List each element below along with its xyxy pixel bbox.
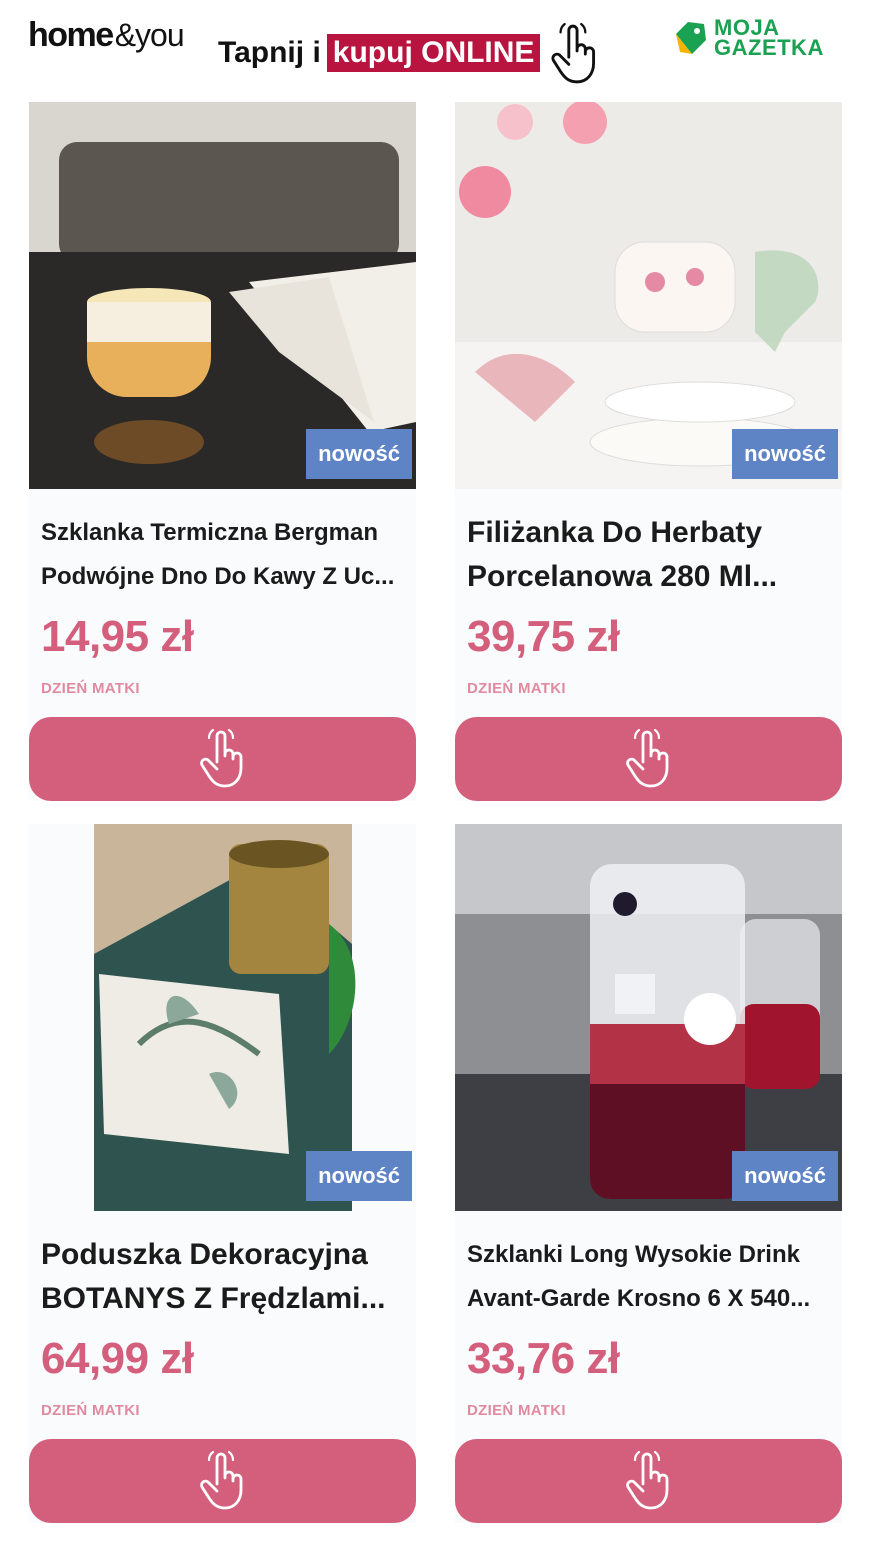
product-image[interactable]: nowość — [455, 102, 842, 489]
tap-hand-icon — [623, 728, 675, 790]
product-title-line2: Avant-Garde Krosno 6 X 540... — [467, 1285, 811, 1312]
product-title-line1: Szklanka Termiczna Bergman — [41, 519, 379, 546]
tap-hand-icon — [548, 22, 602, 86]
home-and-you-logo[interactable]: home &you — [28, 16, 185, 55]
tap-hand-icon — [197, 1450, 249, 1512]
moja-gazetka-wordmark: MOJA GAZETKA — [714, 17, 824, 60]
product-card[interactable]: nowość Szklanka Termiczna Bergman Podwój… — [29, 102, 416, 801]
product-title-line2: BOTANYS Z Frędzlami... — [41, 1282, 386, 1315]
product-price: 39,75 zł — [467, 612, 620, 661]
tap-hand-icon — [623, 1450, 675, 1512]
product-title-line2: Podwójne Dno Do Kawy Z Uc... — [41, 563, 395, 590]
product-title-line1: Filiżanka Do Herbaty — [467, 516, 763, 549]
buy-button[interactable] — [29, 1439, 416, 1523]
product-price: 64,99 zł — [41, 1334, 194, 1383]
price-tag-icon — [676, 22, 706, 54]
product-title-line1: Szklanki Long Wysokie Drink — [467, 1241, 800, 1268]
promo-prefix: Tapnij i — [218, 36, 321, 69]
new-badge: nowość — [306, 429, 412, 479]
product-title-line1: Poduszka Dekoracyjna — [41, 1238, 368, 1271]
new-badge: nowość — [306, 1151, 412, 1201]
product-image[interactable]: nowość — [455, 824, 842, 1211]
product-card[interactable]: nowość Filiżanka Do Herbaty Porcelanowa … — [455, 102, 842, 801]
product-category: DZIEŃ MATKI — [467, 680, 566, 697]
product-card[interactable]: nowość Szklanki Long Wysokie Drink Avant… — [455, 824, 842, 1523]
buy-button[interactable] — [455, 1439, 842, 1523]
brand-you: &you — [114, 17, 185, 53]
product-title[interactable]: Szklanki Long Wysokie Drink Avant-Garde … — [467, 1233, 831, 1321]
product-price: 14,95 zł — [41, 612, 194, 661]
tap-hand-icon — [197, 728, 249, 790]
moja-gazetka-logo[interactable]: MOJA GAZETKA — [672, 17, 824, 60]
product-image[interactable]: nowość — [29, 102, 416, 489]
product-price: 33,76 zł — [467, 1334, 620, 1383]
new-badge: nowość — [732, 429, 838, 479]
product-image[interactable]: nowość — [29, 824, 416, 1211]
brand-home: home — [28, 16, 114, 54]
promo-highlight: kupuj ONLINE — [326, 34, 541, 72]
product-title[interactable]: Szklanka Termiczna Bergman Podwójne Dno … — [41, 511, 405, 599]
product-category: DZIEŃ MATKI — [41, 680, 140, 697]
buy-button[interactable] — [29, 717, 416, 801]
partner-line2: GAZETKA — [714, 35, 824, 60]
product-title[interactable]: Filiżanka Do Herbaty Porcelanowa 280 Ml.… — [467, 511, 831, 599]
product-card[interactable]: nowość Poduszka Dekoracyjna BOTANYS Z Fr… — [29, 824, 416, 1523]
product-category: DZIEŃ MATKI — [41, 1402, 140, 1419]
product-title[interactable]: Poduszka Dekoracyjna BOTANYS Z Frędzlami… — [41, 1233, 405, 1321]
promo-call-to-action[interactable]: Tapnij i kupuj ONLINE — [218, 20, 602, 86]
buy-button[interactable] — [455, 717, 842, 801]
new-badge: nowość — [732, 1151, 838, 1201]
product-title-line2: Porcelanowa 280 Ml... — [467, 560, 778, 593]
product-category: DZIEŃ MATKI — [467, 1402, 566, 1419]
top-banner: home &you Tapnij i kupuj ONLINE MOJA GAZ… — [0, 0, 872, 90]
